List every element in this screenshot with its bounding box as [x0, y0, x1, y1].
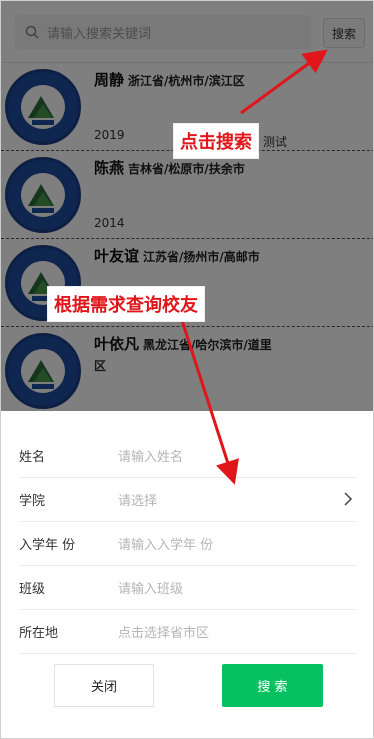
annotation-query-alumni: 根据需求查询校友	[47, 286, 205, 322]
annotation-click-search: 点击搜索	[173, 123, 259, 159]
college-field[interactable]: 学院 请选择	[19, 478, 357, 522]
name-field[interactable]: 姓名 请输入姓名	[19, 434, 357, 478]
field-label: 姓名	[19, 450, 46, 465]
enroll-year-field[interactable]: 入学年 份 请输入入学年 份	[19, 522, 357, 566]
location-field[interactable]: 所在地 点击选择省市区	[19, 610, 357, 654]
location-picker[interactable]: 点击选择省市区	[118, 622, 209, 641]
class-input[interactable]: 请输入班级	[118, 578, 183, 597]
close-button[interactable]: 关闭	[54, 664, 154, 707]
name-input[interactable]: 请输入姓名	[118, 446, 183, 465]
field-label: 学院	[19, 494, 46, 509]
field-label: 入学年 份	[19, 538, 76, 553]
modal-overlay[interactable]	[1, 1, 373, 411]
app-frame: 请输入搜索关键词 搜索 周静浙江省/杭州市/滨江区 测试 2019	[0, 0, 374, 739]
chevron-right-icon	[344, 492, 353, 506]
field-label: 所在地	[19, 626, 59, 641]
college-select[interactable]: 请选择	[118, 490, 157, 509]
enroll-year-input[interactable]: 请输入入学年 份	[118, 534, 213, 553]
submit-search-button[interactable]: 搜 索	[222, 664, 323, 707]
class-field[interactable]: 班级 请输入班级	[19, 566, 357, 610]
field-label: 班级	[19, 582, 46, 597]
